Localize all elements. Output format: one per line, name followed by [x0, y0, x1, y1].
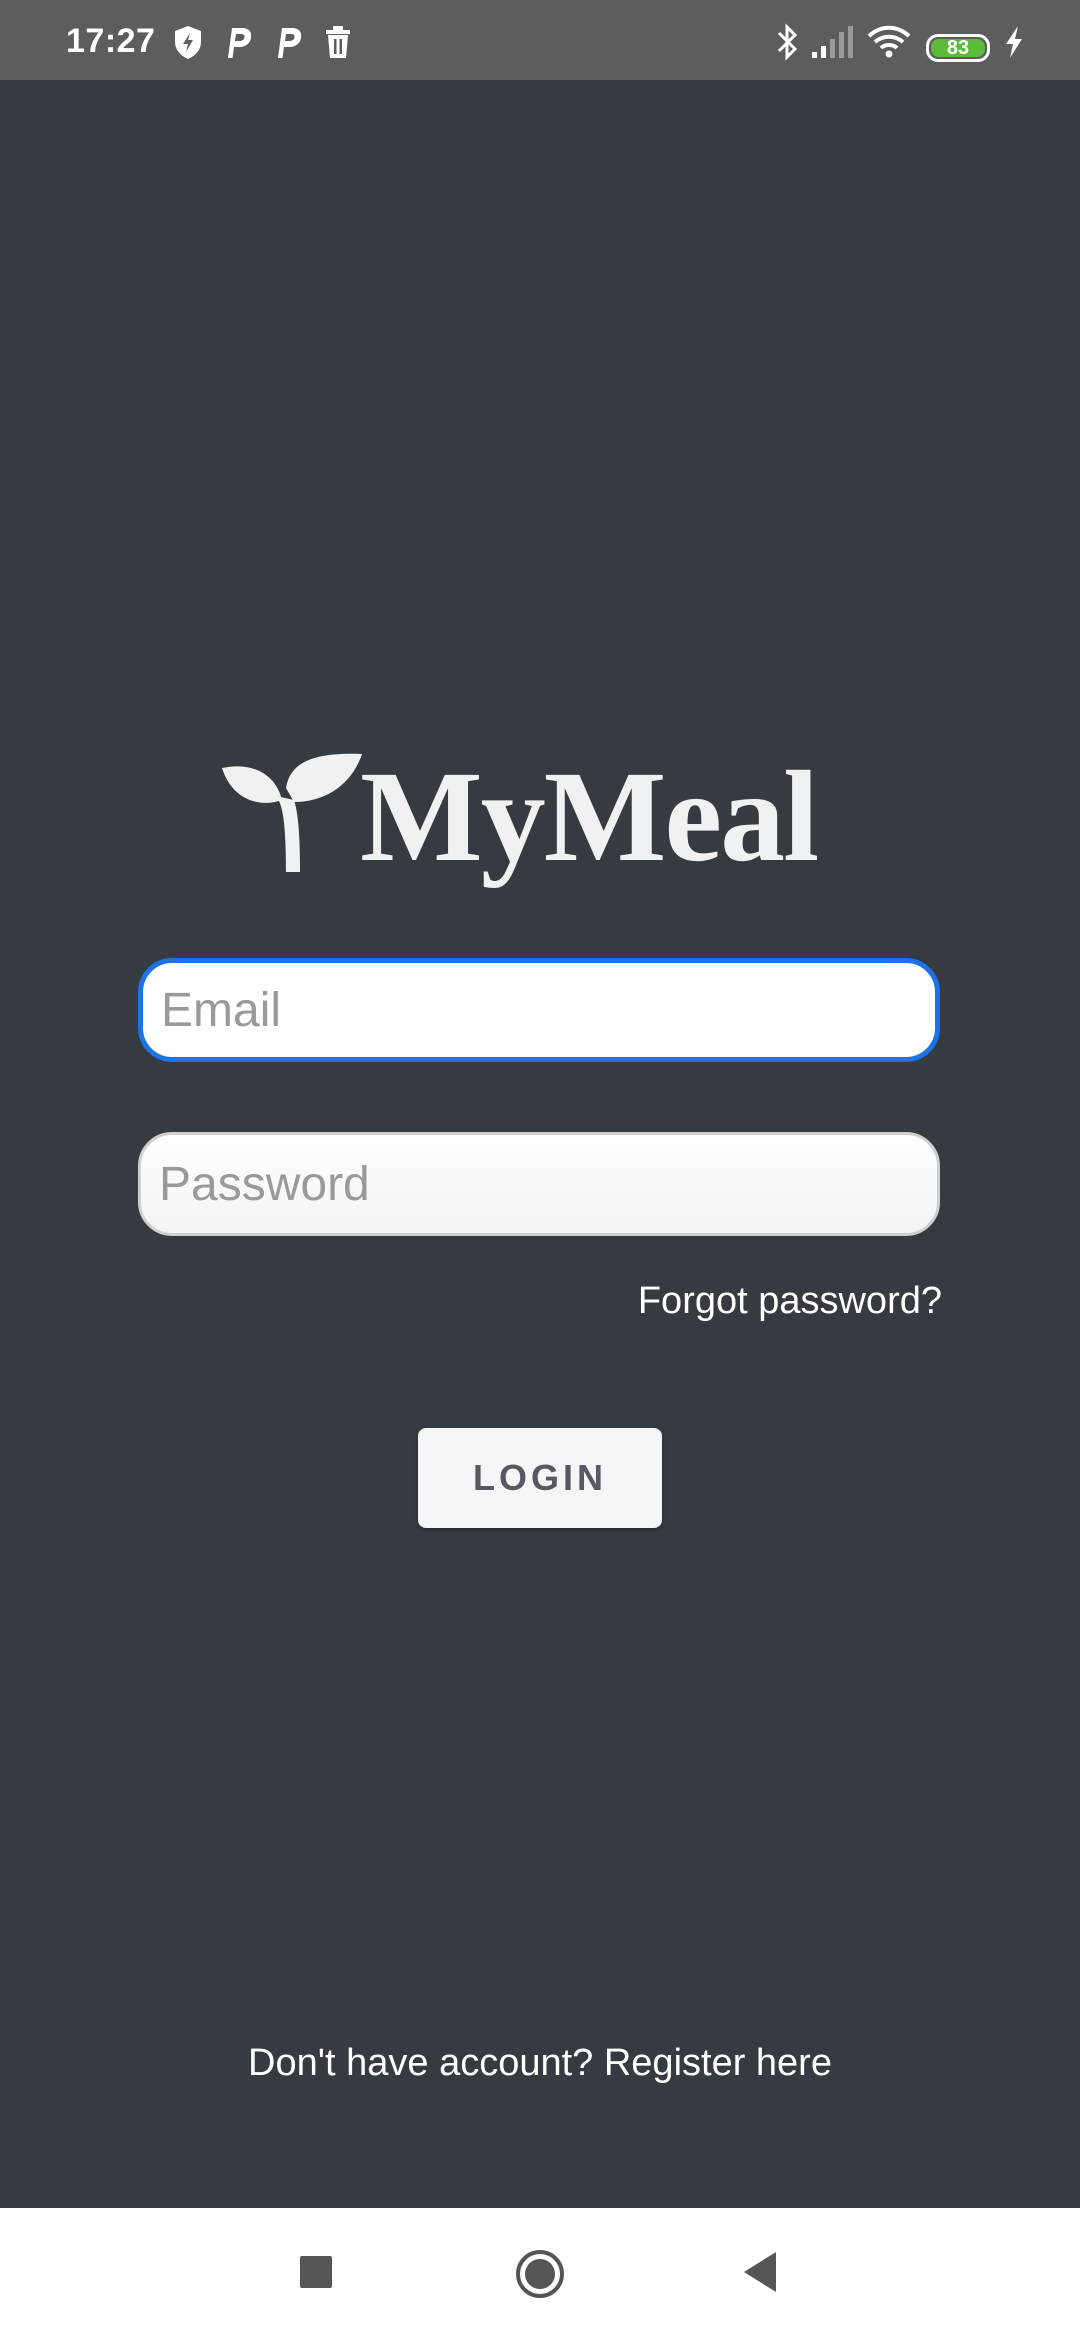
trash-icon	[326, 26, 350, 58]
bluetooth-icon	[777, 23, 798, 61]
signal-icon	[812, 26, 853, 58]
login-screen: 17:27 83 MyMeal Email Forgot password? L…	[0, 0, 1080, 2340]
battery-level: 83	[931, 38, 985, 58]
logo-text: MyMeal	[360, 745, 819, 889]
parking-icon	[278, 28, 302, 58]
charging-bolt-icon	[1006, 26, 1022, 58]
home-button-icon[interactable]	[514, 2248, 566, 2300]
password-input[interactable]	[138, 1132, 940, 1236]
status-bar: 17:27 83	[0, 0, 1080, 80]
sprout-logo-icon	[222, 753, 362, 872]
email-input[interactable]	[138, 958, 940, 1062]
recents-button-icon[interactable]	[300, 2256, 332, 2288]
forgot-password-link[interactable]: Forgot password?	[638, 1280, 942, 1323]
parking-icon	[228, 28, 252, 58]
back-button-icon[interactable]	[742, 2250, 778, 2294]
register-link[interactable]: Don't have account? Register here	[0, 2042, 1080, 2085]
wifi-icon	[867, 25, 911, 58]
shield-bolt-icon	[175, 26, 201, 59]
status-time: 17:27	[66, 22, 156, 60]
battery-indicator: 83	[926, 34, 990, 62]
login-button[interactable]: LOGIN	[418, 1428, 662, 1528]
app-logo: MyMeal	[220, 740, 870, 900]
navigation-bar	[0, 2208, 1080, 2340]
